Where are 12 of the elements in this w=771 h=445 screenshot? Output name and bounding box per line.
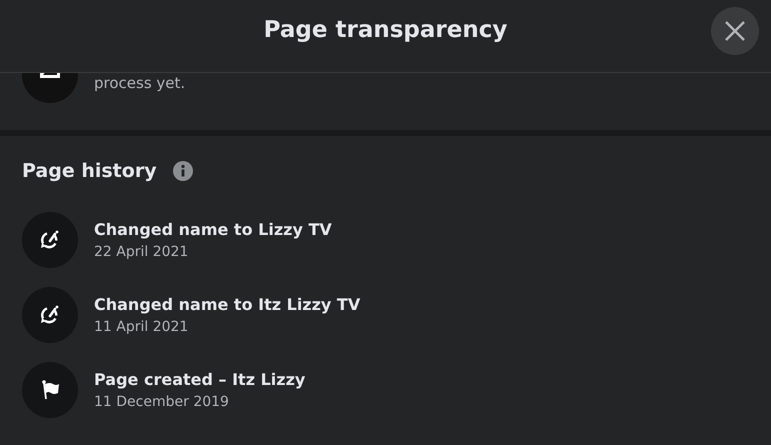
history-date: 22 April 2021: [94, 244, 190, 260]
history-title: Changed name to Lizzy TV: [94, 220, 332, 239]
dialog-title: Page transparency: [264, 17, 508, 43]
history-date: 11 April 2021: [94, 319, 190, 335]
info-icon[interactable]: [172, 161, 193, 181]
section-heading: Page history: [22, 160, 157, 182]
item-text: process yet.: [94, 74, 186, 92]
history-title: Page created – Itz Lizzy: [94, 370, 306, 389]
history-title: Changed name to Itz Lizzy TV: [94, 295, 360, 314]
close-icon: [723, 19, 747, 43]
history-date: 11 December 2019: [94, 394, 230, 410]
close-button[interactable]: [711, 7, 759, 55]
